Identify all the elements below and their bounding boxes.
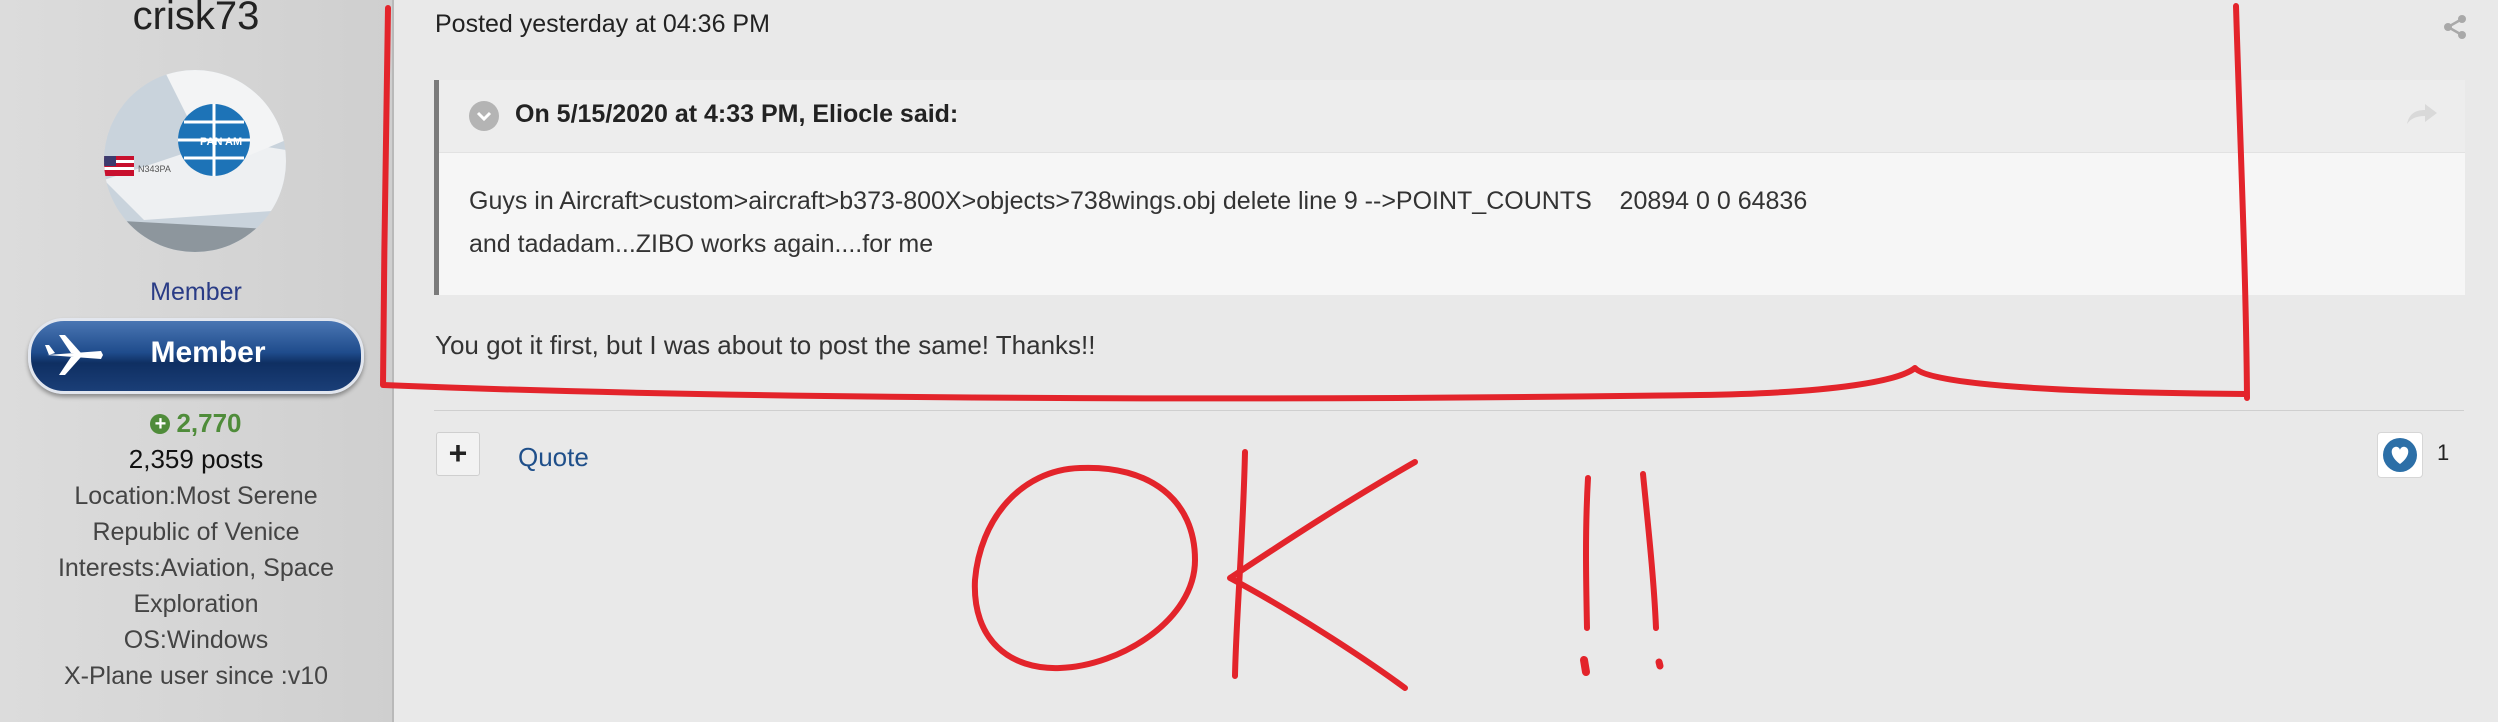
- svg-text:N343PA: N343PA: [138, 164, 171, 174]
- reply-arrow-icon[interactable]: [2405, 100, 2439, 128]
- info-line: X-Plane user since :v10: [63, 662, 329, 690]
- multiquote-button[interactable]: +: [436, 432, 480, 476]
- quote-line: Guys in Aircraft>custom>aircraft>b373-80…: [469, 187, 1808, 215]
- quote-block: On 5/15/2020 at 4:33 PM, Eliocle said: G…: [434, 80, 2465, 295]
- info-line: Location:Most Serene: [74, 482, 318, 510]
- chevron-down-icon[interactable]: [469, 101, 499, 131]
- post-count: 2,359 posts: [128, 444, 264, 474]
- member-rank-label: Member: [150, 336, 266, 369]
- plane-icon: [45, 335, 103, 375]
- svg-text:PAN AM: PAN AM: [200, 136, 242, 148]
- info-line: OS:Windows: [123, 626, 269, 654]
- quote-body: Guys in Aircraft>custom>aircraft>b373-80…: [469, 180, 1807, 266]
- reputation-value: 2,770: [176, 408, 242, 438]
- reaction-button[interactable]: [2377, 432, 2423, 478]
- avatar[interactable]: PAN AM N343PA: [104, 70, 286, 252]
- ok-handwriting: [971, 449, 1664, 691]
- reputation-count: +2,770: [0, 408, 392, 439]
- heart-icon: [2383, 438, 2417, 472]
- author-name[interactable]: crisk73: [0, 0, 392, 39]
- post-body: You got it first, but I was about to pos…: [435, 330, 1096, 360]
- share-icon[interactable]: [2440, 12, 2470, 42]
- avatar-image: PAN AM N343PA: [104, 70, 286, 252]
- quote-line: and tadadam...ZIBO works again....for me: [469, 230, 934, 258]
- author-info: Location:Most Serene Republic of Venice …: [30, 478, 362, 694]
- quote-header: On 5/15/2020 at 4:33 PM, Eliocle said:: [439, 80, 2465, 153]
- info-line: Interests:Aviation, Space: [57, 554, 335, 582]
- info-line: Exploration: [133, 590, 259, 618]
- divider: [434, 410, 2464, 411]
- member-rank-badge: Member: [28, 318, 364, 394]
- member-group-title: Member: [150, 278, 242, 306]
- quote-button[interactable]: Quote: [518, 442, 589, 473]
- info-line: Republic of Venice: [92, 518, 300, 546]
- post-date[interactable]: Posted yesterday at 04:36 PM: [435, 10, 770, 39]
- plus-circle-icon: +: [150, 414, 171, 434]
- author-sidebar: crisk73 PAN AM N343PA Member Member +2,7…: [0, 0, 394, 722]
- reaction-count: 1: [2437, 440, 2450, 465]
- quote-citation[interactable]: On 5/15/2020 at 4:33 PM, Eliocle said:: [515, 100, 958, 129]
